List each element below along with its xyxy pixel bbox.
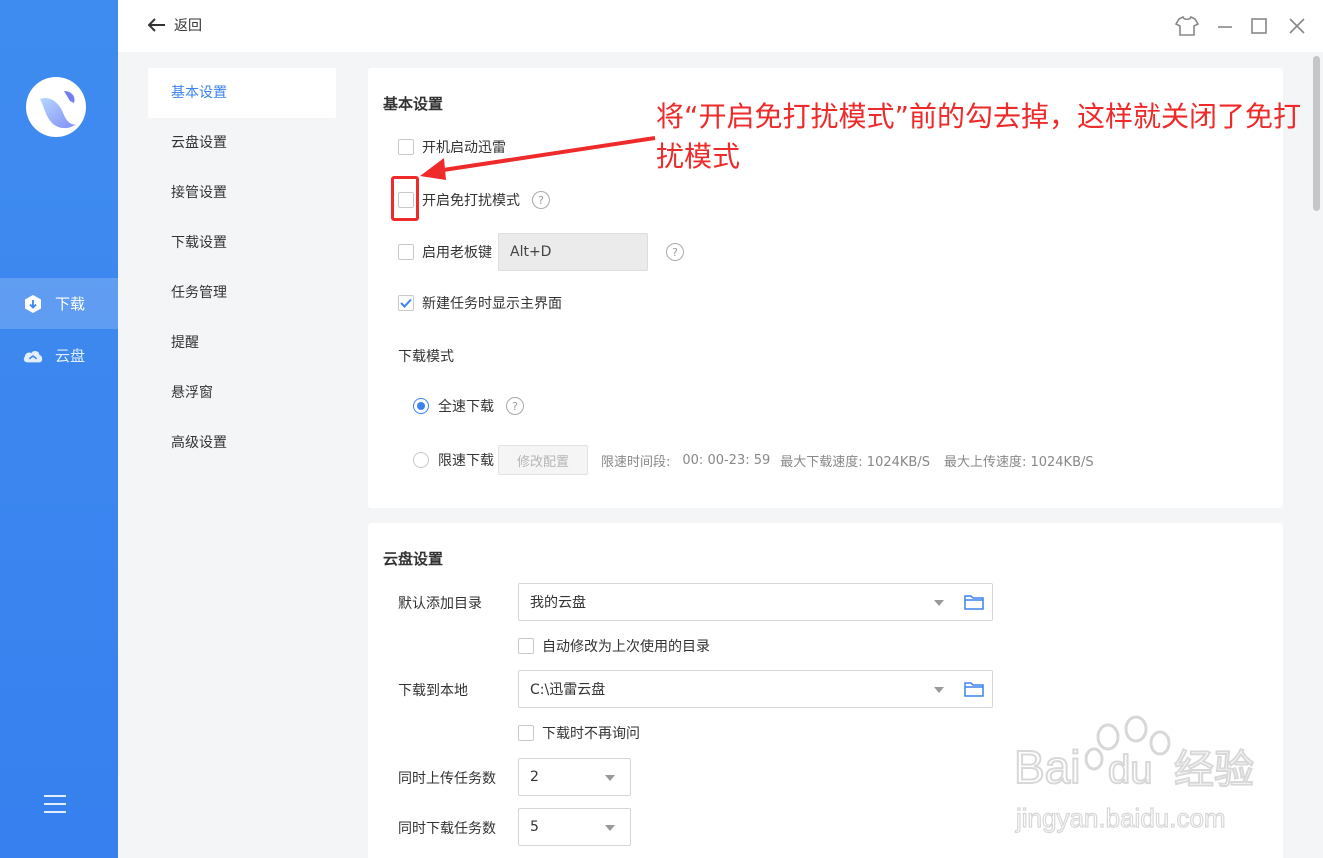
menu-icon[interactable] [44, 795, 66, 815]
download-count-select[interactable]: 5 [518, 808, 631, 846]
download-count-label: 同时下载任务数 [398, 821, 496, 837]
local-dir-value: C:\迅雷云盘 [530, 682, 606, 698]
menu-advanced[interactable]: 高级设置 [148, 418, 336, 468]
nav-download[interactable]: 下载 [0, 278, 118, 329]
bosskey-option[interactable]: 启用老板键 Alt+D ? [398, 233, 684, 271]
menu-takeover[interactable]: 接管设置 [148, 168, 336, 218]
maximize-button[interactable] [1247, 14, 1271, 38]
auto-change-checkbox[interactable] [518, 638, 534, 654]
no-ask-checkbox[interactable] [518, 725, 534, 741]
app-logo [26, 77, 86, 137]
limited-option[interactable]: 限速下载 修改配置 限速时间段: 00: 00-23: 59 最大下载速度: 1… [413, 445, 1094, 475]
max-upload-speed: 最大上传速度: 1024KB/S [943, 454, 1094, 470]
close-icon [1289, 18, 1305, 34]
menu-download[interactable]: 下载设置 [148, 218, 336, 268]
modify-config-button[interactable]: 修改配置 [498, 445, 588, 475]
default-dir-value: 我的云盘 [530, 595, 586, 611]
watermark-url: jingyan.baidu.com [1015, 803, 1226, 833]
chevron-down-icon [934, 600, 944, 606]
download-mode-title: 下载模式 [398, 349, 454, 365]
menu-reminder[interactable]: 提醒 [148, 318, 336, 368]
chevron-down-icon [605, 775, 615, 781]
tshirt-icon [1175, 15, 1199, 36]
full-speed-label: 全速下载 [438, 399, 494, 415]
minimize-icon [1218, 26, 1232, 28]
menu-task[interactable]: 任务管理 [148, 268, 336, 318]
chevron-down-icon [934, 687, 944, 693]
menu-cloud[interactable]: 云盘设置 [148, 118, 336, 168]
left-sidebar: 下载 云盘 [0, 0, 118, 858]
annotation-arrow-icon [420, 136, 656, 180]
menu-basic[interactable]: 基本设置 [148, 68, 336, 118]
checkmark-icon [400, 298, 412, 308]
baidu-paw-icon: Bai du 经验 jingyan.baidu.com [1013, 715, 1255, 834]
limited-label: 限速下载 [438, 453, 494, 469]
upload-count-value: 2 [530, 769, 539, 785]
max-download-speed: 最大下载速度: 1024KB/S [780, 454, 930, 470]
bosskey-label: 启用老板键 [422, 245, 492, 261]
folder-icon[interactable] [964, 594, 984, 610]
folder-icon[interactable] [964, 681, 984, 697]
nav-download-label: 下载 [55, 295, 86, 313]
arrow-left-icon [148, 18, 165, 32]
baidu-watermark: Bai du 经验 jingyan.baidu.com [1012, 715, 1312, 855]
watermark-bai: Bai [1014, 741, 1080, 793]
basic-settings-title: 基本设置 [383, 95, 444, 113]
nav-cloud-label: 云盘 [55, 347, 86, 365]
limit-period-value: 00: 00-23: 59 [682, 452, 771, 468]
back-label: 返回 [174, 18, 202, 34]
auto-change-label: 自动修改为上次使用的目录 [542, 639, 710, 655]
local-dir-select[interactable]: C:\迅雷云盘 [518, 670, 993, 708]
show-main-label: 新建任务时显示主界面 [422, 296, 562, 312]
minimize-button[interactable] [1213, 14, 1237, 38]
watermark-du: du [1108, 748, 1153, 792]
no-ask-option[interactable]: 下载时不再询问 [518, 723, 640, 743]
settings-menu: 基本设置 云盘设置 接管设置 下载设置 任务管理 提醒 悬浮窗 高级设置 [148, 68, 336, 468]
local-dir-label: 下载到本地 [398, 683, 468, 699]
show-main-option[interactable]: 新建任务时显示主界面 [398, 293, 562, 313]
no-ask-label: 下载时不再询问 [542, 726, 640, 742]
default-dir-select[interactable]: 我的云盘 [518, 583, 993, 621]
annotation-text: 将“开启免打扰模式”前的勾去掉，这样就关闭了免打扰模式 [656, 100, 1302, 173]
watermark-jingyan: 经验 [1174, 747, 1254, 793]
download-count-value: 5 [530, 819, 539, 835]
upload-count-select[interactable]: 2 [518, 758, 631, 796]
bird-logo-icon [40, 91, 78, 129]
show-main-checkbox[interactable] [398, 295, 414, 311]
bosskey-checkbox[interactable] [398, 244, 414, 260]
top-bar: 返回 [118, 0, 1323, 52]
cloud-icon [22, 345, 44, 367]
default-dir-label: 默认添加目录 [398, 596, 482, 612]
full-speed-radio[interactable] [413, 398, 429, 414]
help-icon[interactable]: ? [666, 243, 684, 261]
download-icon [22, 293, 44, 315]
limited-radio[interactable] [413, 452, 429, 468]
nav-cloud[interactable]: 云盘 [0, 330, 118, 381]
chevron-down-icon [605, 825, 615, 831]
upload-count-label: 同时上传任务数 [398, 771, 496, 787]
limit-period-label: 限速时间段: [601, 454, 671, 470]
cloud-settings-title: 云盘设置 [383, 550, 444, 568]
menu-float[interactable]: 悬浮窗 [148, 368, 336, 418]
full-speed-option[interactable]: 全速下载 ? [413, 396, 524, 416]
back-button[interactable]: 返回 [148, 15, 202, 35]
skin-button[interactable] [1175, 14, 1199, 38]
auto-change-option[interactable]: 自动修改为上次使用的目录 [518, 636, 710, 656]
bosskey-input[interactable]: Alt+D [498, 233, 648, 271]
close-button[interactable] [1285, 14, 1309, 38]
maximize-icon [1251, 18, 1267, 34]
help-icon[interactable]: ? [506, 397, 524, 415]
